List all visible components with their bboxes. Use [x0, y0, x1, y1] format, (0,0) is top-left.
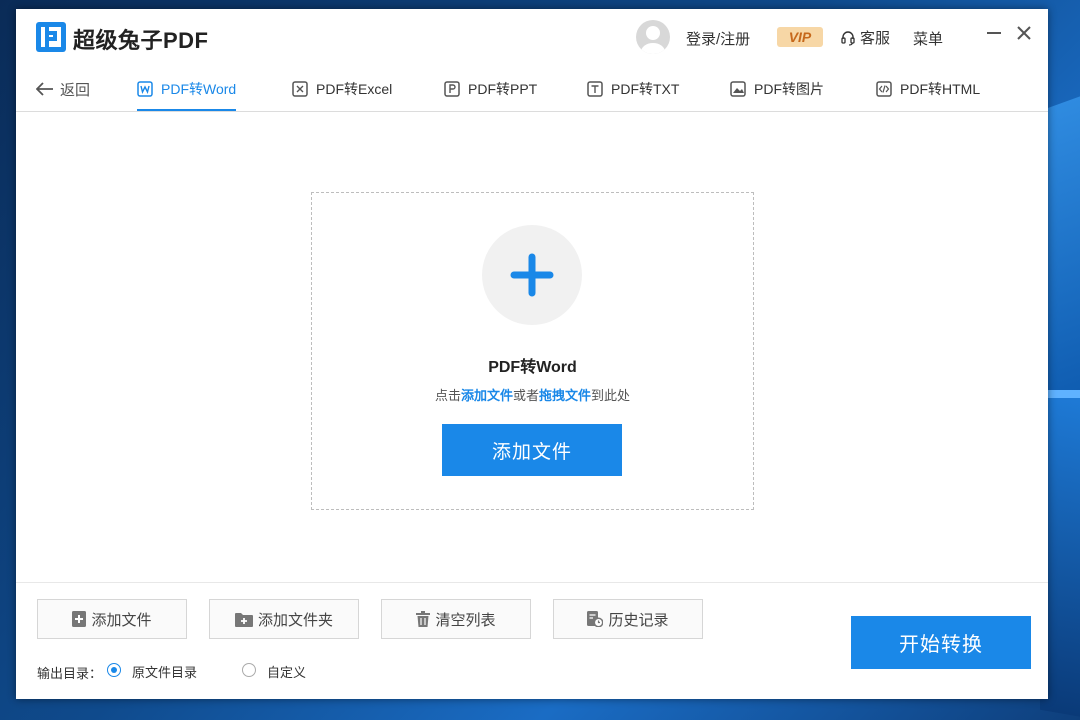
html-icon	[876, 81, 892, 97]
file-drop-zone[interactable]: PDF转Word 点击添加文件或者拖拽文件到此处 添加文件	[311, 192, 754, 510]
tab-pdf-to-html[interactable]: PDF转HTML	[876, 67, 980, 111]
clear-list-button[interactable]: 清空列表	[381, 599, 531, 639]
drop-zone-title: PDF转Word	[488, 359, 577, 376]
button-label: 清空列表	[435, 611, 496, 629]
trash-icon	[416, 611, 431, 627]
folder-plus-icon	[234, 612, 253, 627]
radio-custom-directory[interactable]	[242, 663, 256, 677]
radio-label-original-directory[interactable]: 原文件目录	[132, 662, 197, 681]
hint-text: 到此处	[591, 388, 631, 403]
tab-label: PDF转Excel	[316, 81, 393, 97]
back-label: 返回	[60, 81, 91, 99]
tab-label: PDF转TXT	[611, 81, 680, 97]
file-plus-icon	[72, 611, 87, 627]
back-button[interactable]: 返回	[36, 67, 90, 111]
customer-service-label: 客服	[860, 30, 891, 47]
add-file-button[interactable]: 添加文件	[442, 424, 622, 476]
hint-text: 或者	[512, 388, 539, 403]
login-register-link[interactable]: 登录/注册	[686, 28, 750, 49]
user-icon	[641, 26, 665, 54]
button-label: 添加文件	[91, 611, 152, 629]
tab-pdf-to-word[interactable]: PDF转Word	[137, 67, 237, 111]
start-conversion-button[interactable]: 开始转换	[851, 616, 1031, 669]
hint-text: 点击	[434, 388, 461, 403]
minimize-icon[interactable]	[984, 23, 1004, 43]
title-bar: 超级兔子PDF 登录/注册 VIP 客服 菜单	[16, 9, 1048, 67]
vip-badge[interactable]: VIP	[777, 27, 823, 47]
bottom-divider	[16, 582, 1048, 583]
tab-label: PDF转图片	[754, 81, 824, 97]
txt-icon	[587, 81, 603, 97]
menu-button[interactable]: 菜单	[913, 28, 943, 49]
arrow-left-icon	[36, 82, 53, 96]
tab-pdf-to-image[interactable]: PDF转图片	[730, 67, 824, 111]
radio-original-directory[interactable]	[107, 663, 121, 677]
app-title: 超级兔子PDF	[73, 28, 209, 53]
history-icon	[587, 611, 604, 627]
customer-service-button[interactable]: 客服	[840, 27, 890, 48]
add-file-toolbar-button[interactable]: 添加文件	[37, 599, 187, 639]
desktop-window-pane	[1048, 390, 1080, 398]
button-label: 历史记录	[608, 611, 669, 629]
ppt-icon	[444, 81, 460, 97]
tab-pdf-to-txt[interactable]: PDF转TXT	[587, 67, 679, 111]
app-window: 超级兔子PDF 登录/注册 VIP 客服 菜单 返回 PDF转Word PDF转…	[16, 9, 1048, 699]
image-icon	[730, 81, 746, 97]
app-logo-icon	[36, 22, 66, 52]
headset-icon	[841, 30, 855, 46]
output-directory-label: 输出目录：	[37, 666, 103, 681]
close-icon[interactable]	[1014, 23, 1034, 43]
tab-label: PDF转HTML	[900, 81, 981, 97]
drop-zone-hint: 点击添加文件或者拖拽文件到此处	[312, 385, 753, 404]
history-button[interactable]: 历史记录	[553, 599, 703, 639]
add-file-circle-button[interactable]	[482, 225, 582, 325]
tab-label: PDF转Word	[161, 81, 237, 97]
tab-pdf-to-ppt[interactable]: PDF转PPT	[444, 67, 537, 111]
conversion-tabs: 返回 PDF转Word PDF转Excel PDF转PPT PDF转TXT PD…	[16, 67, 1048, 112]
tab-pdf-to-excel[interactable]: PDF转Excel	[292, 67, 392, 111]
add-folder-button[interactable]: 添加文件夹	[209, 599, 359, 639]
hint-add-file-link[interactable]: 添加文件	[461, 388, 513, 403]
button-label: 添加文件夹	[257, 611, 333, 629]
excel-icon	[292, 81, 308, 97]
radio-label-custom-directory[interactable]: 自定义	[267, 662, 306, 681]
tab-label: PDF转PPT	[468, 81, 538, 97]
plus-icon	[510, 253, 554, 297]
hint-drag-file-text: 拖拽文件	[539, 388, 592, 403]
user-avatar[interactable]	[636, 20, 670, 54]
word-icon	[137, 81, 153, 97]
